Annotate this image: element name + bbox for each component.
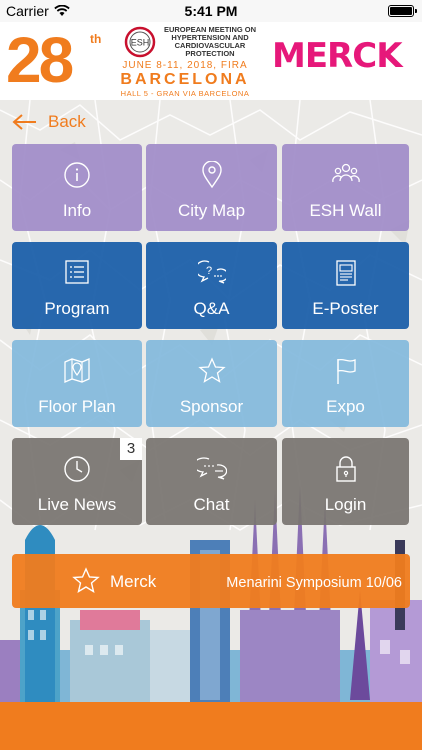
tile-program[interactable]: Program <box>12 242 142 329</box>
chat-bubbles-icon <box>196 457 227 480</box>
tile-expo[interactable]: Expo <box>282 340 409 427</box>
clock-icon <box>64 456 90 482</box>
flag-icon <box>336 358 356 384</box>
merck-logo: MERCK <box>272 36 403 76</box>
list-icon <box>65 260 89 284</box>
sponsor-bar[interactable]: Merck Menarini Symposium 10/06 <box>12 554 410 608</box>
tile-sponsor[interactable]: Sponsor <box>146 340 277 427</box>
back-arrow-icon <box>12 114 36 130</box>
status-bar: Carrier 5:41 PM <box>0 0 422 22</box>
battery-icon <box>388 5 417 17</box>
sponsor-event: Menarini Symposium 10/06 <box>226 575 402 591</box>
tile-label: Program <box>44 299 110 318</box>
event-banner: 28 th ESH EUROPEAN MEETING ON HYPERTENSI… <box>0 22 422 100</box>
back-button[interactable]: Back <box>12 112 86 132</box>
svg-text:?: ? <box>205 265 211 277</box>
event-venue: HALL 5 - GRAN VIA BARCELONA <box>120 89 250 98</box>
tile-label: City Map <box>177 201 246 220</box>
tile-live-news[interactable]: Live News 3 <box>12 438 142 525</box>
esh-logo-text: ESH <box>131 38 150 48</box>
floor-plan-icon <box>64 358 90 383</box>
tile-label: Q&A <box>193 299 230 318</box>
event-city: BARCELONA <box>120 71 250 88</box>
live-news-count-badge: 3 <box>120 438 142 460</box>
footer-bar <box>0 702 422 750</box>
tile-label: Login <box>324 495 367 514</box>
tile-label: Info <box>62 201 92 220</box>
meeting-title: EUROPEAN MEETING ON HYPERTENSION AND CAR… <box>163 25 257 58</box>
tile-qa[interactable]: ? Q&A <box>146 242 277 329</box>
esh-logo-icon: ESH <box>124 26 156 58</box>
tile-label: E-Poster <box>312 299 379 318</box>
tile-esh-wall[interactable]: ESH Wall <box>282 144 409 231</box>
star-icon <box>197 357 226 383</box>
edition-number: 28 <box>6 24 74 96</box>
tile-e-poster[interactable]: E-Poster <box>282 242 409 329</box>
info-icon <box>64 162 90 188</box>
lock-icon <box>335 456 356 482</box>
chat-question-icon: ? <box>197 260 226 284</box>
map-pin-icon <box>201 161 222 189</box>
tile-label: Chat <box>193 495 230 514</box>
sponsor-name: Merck <box>110 572 157 591</box>
tile-chat[interactable]: Chat <box>146 438 277 525</box>
tile-label: Live News <box>37 495 117 514</box>
star-icon <box>72 567 100 593</box>
poster-icon <box>335 260 356 286</box>
people-icon <box>331 163 360 183</box>
back-label: Back <box>48 112 86 131</box>
clock-time: 5:41 PM <box>184 3 238 19</box>
edition-suffix: th <box>90 32 102 46</box>
tile-floor-plan[interactable]: Floor Plan <box>12 340 142 427</box>
tile-label: Floor Plan <box>38 397 116 416</box>
tile-login[interactable]: Login <box>282 438 409 525</box>
event-dates: JUNE 8-11, 2018, FIRA <box>122 60 248 71</box>
tile-info[interactable]: Info <box>12 144 142 231</box>
tile-label: Expo <box>326 397 365 416</box>
tile-city-map[interactable]: City Map <box>146 144 277 231</box>
tile-label: Sponsor <box>179 397 244 416</box>
tile-label: ESH Wall <box>309 201 382 220</box>
